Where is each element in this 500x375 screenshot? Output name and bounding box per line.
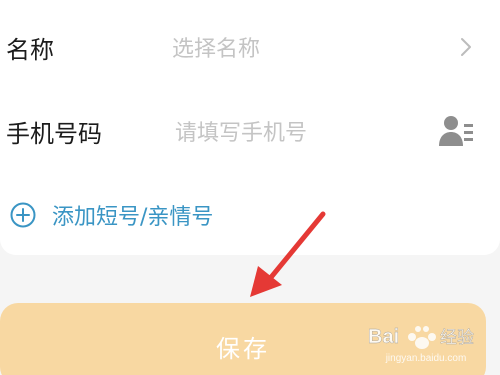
name-row[interactable]: 名称 选择名称 xyxy=(0,4,500,90)
phone-input[interactable]: 请填写手机号 xyxy=(175,115,307,147)
save-button-label: 保存 xyxy=(216,335,270,363)
add-short-number-button[interactable]: 添加短号/亲情号 xyxy=(10,197,213,233)
plus-circle-icon xyxy=(10,202,36,228)
svg-text:经验: 经验 xyxy=(440,328,474,348)
phone-label: 手机号码 xyxy=(6,119,102,148)
name-select-placeholder[interactable]: 选择名称 xyxy=(172,31,260,63)
form-card: 名称 选择名称 手机号码 请填写手机号 添加短号/亲情号 xyxy=(0,0,500,255)
baidu-watermark: Bai 经验 jingyan.baidu.com xyxy=(366,320,486,368)
name-label: 名称 xyxy=(6,35,54,64)
contact-book-icon[interactable] xyxy=(438,114,474,148)
watermark-url: jingyan.baidu.com xyxy=(385,353,467,364)
add-short-number-label: 添加短号/亲情号 xyxy=(52,205,214,230)
baidu-logo: Bai 经验 xyxy=(368,326,474,349)
chevron-right-icon[interactable] xyxy=(456,37,476,57)
phone-row[interactable]: 手机号码 请填写手机号 xyxy=(0,88,500,174)
svg-text:Bai: Bai xyxy=(368,326,399,348)
